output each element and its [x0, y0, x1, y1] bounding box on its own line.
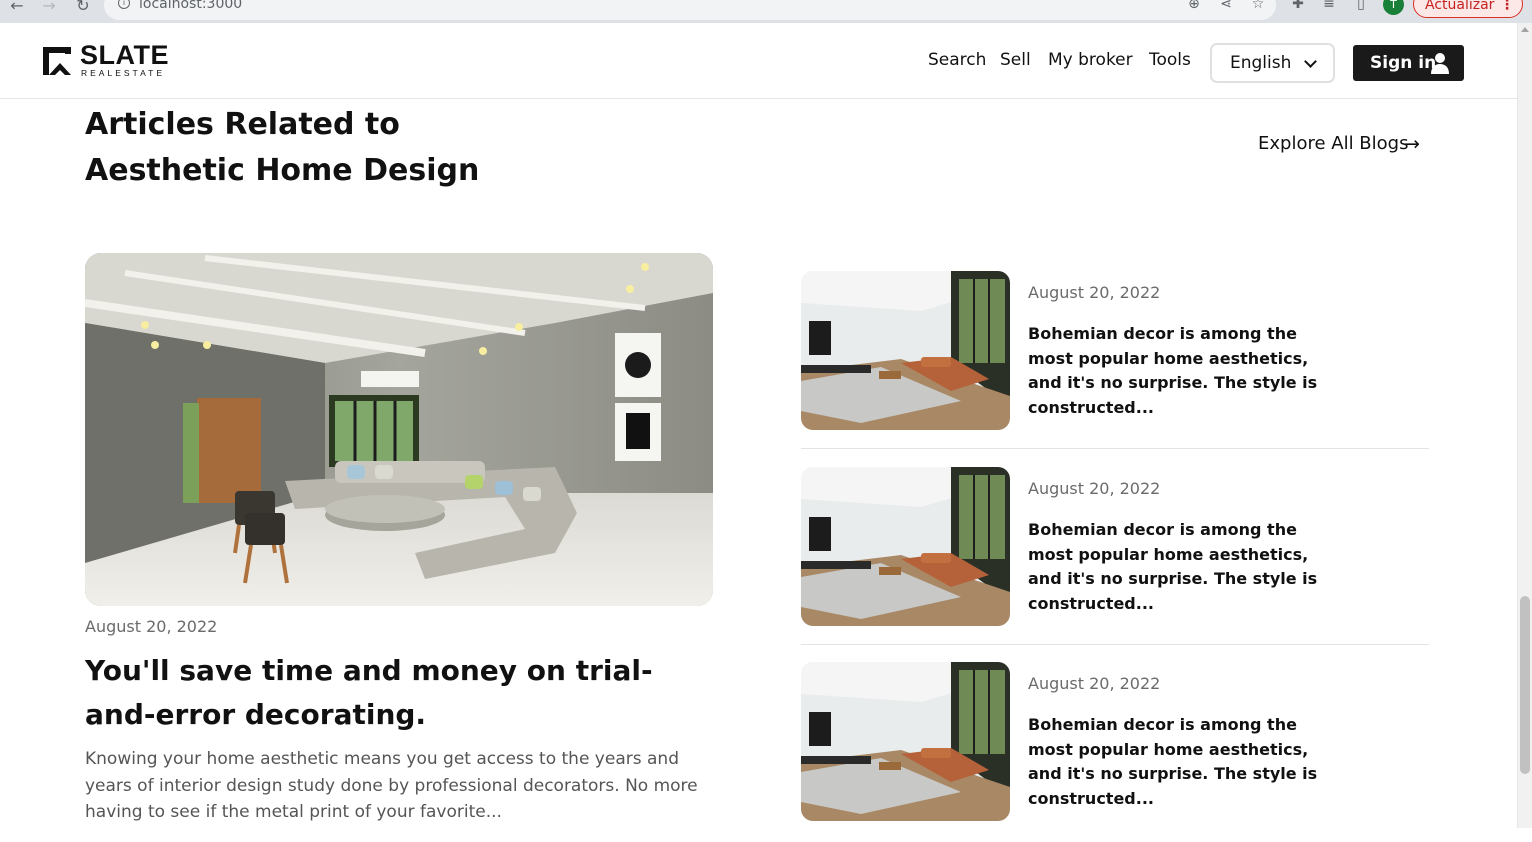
nav-my-broker-link[interactable]: My broker: [1048, 50, 1133, 70]
nav-search-link[interactable]: Search: [928, 50, 986, 70]
browser-toolbar: ← → ↻ i localhost:3000 ⊕ ⋖ ☆ ✚ ≡ ▯ T Act…: [0, 0, 1532, 23]
featured-article-excerpt: Knowing your home aesthetic means you ge…: [85, 749, 698, 822]
address-url[interactable]: localhost:3000: [139, 0, 242, 12]
side-article-image[interactable]: [801, 271, 1010, 430]
explore-all-blogs-link[interactable]: Explore All Blogs →: [1258, 133, 1420, 155]
divider: [801, 448, 1429, 449]
site-header: SLATE REALESTATE Search Sell My broker T…: [0, 23, 1517, 99]
side-article-excerpt[interactable]: Bohemian decor is among the most popular…: [1028, 518, 1328, 616]
side-article-card[interactable]: August 20, 2022 Bohemian decor is among …: [801, 467, 1429, 647]
share-icon[interactable]: ⋖: [1217, 0, 1235, 12]
slate-logo-icon: [43, 47, 71, 75]
living-room-thumbnail: [801, 271, 1010, 430]
side-article-card[interactable]: August 20, 2022 Bohemian decor is among …: [801, 662, 1429, 842]
address-bar[interactable]: [104, 0, 1276, 20]
bookmark-star-icon[interactable]: ☆: [1249, 0, 1267, 12]
living-room-thumbnail: [801, 662, 1010, 821]
divider: [801, 644, 1429, 645]
explore-all-blogs-label: Explore All Blogs: [1258, 133, 1409, 154]
language-select[interactable]: English: [1210, 43, 1335, 83]
extensions-puzzle-icon[interactable]: ✚: [1289, 0, 1307, 12]
side-panel-icon[interactable]: ▯: [1352, 0, 1370, 12]
zoom-icon[interactable]: ⊕: [1185, 0, 1203, 12]
logo-name: SLATE: [80, 40, 169, 70]
reload-icon[interactable]: ↻: [72, 0, 94, 16]
side-article-date: August 20, 2022: [1028, 479, 1161, 498]
reading-list-icon[interactable]: ≡: [1320, 0, 1338, 12]
side-article-card[interactable]: August 20, 2022 Bohemian decor is among …: [801, 271, 1429, 451]
user-icon: [1431, 53, 1449, 74]
side-article-excerpt[interactable]: Bohemian decor is among the most popular…: [1028, 713, 1328, 811]
featured-article-title[interactable]: You'll save time and money on trial-and-…: [85, 649, 705, 737]
update-button[interactable]: Actualizar ⋮: [1413, 0, 1523, 18]
slate-logo[interactable]: SLATE REALESTATE: [41, 40, 171, 79]
forward-arrow-icon[interactable]: →: [38, 0, 60, 16]
arrow-right-icon: →: [1404, 133, 1420, 155]
more-menu-icon: ⋮: [1500, 0, 1514, 13]
chevron-down-icon: [1304, 55, 1317, 68]
featured-article-date: August 20, 2022: [85, 617, 218, 636]
side-article-date: August 20, 2022: [1028, 674, 1161, 693]
sign-in-label: Sign in: [1370, 53, 1437, 73]
scroll-up-arrow-icon[interactable]: [1521, 27, 1529, 32]
nav-tools-link[interactable]: Tools: [1149, 50, 1191, 70]
side-article-excerpt[interactable]: Bohemian decor is among the most popular…: [1028, 322, 1328, 420]
scrollbar-thumb[interactable]: [1520, 596, 1530, 774]
update-button-label: Actualizar: [1425, 0, 1495, 13]
living-room-photo: [85, 253, 713, 606]
nav-sell-link[interactable]: Sell: [1000, 50, 1031, 70]
page-scrollbar[interactable]: [1517, 23, 1532, 828]
featured-article-image[interactable]: [85, 253, 713, 606]
sign-in-button[interactable]: Sign in: [1353, 45, 1464, 81]
profile-avatar[interactable]: T: [1383, 0, 1404, 15]
side-article-image[interactable]: [801, 662, 1010, 821]
side-article-date: August 20, 2022: [1028, 283, 1161, 302]
logo-tagline: REALESTATE: [81, 68, 166, 78]
section-title: Articles Related to Aesthetic Home Desig…: [85, 107, 480, 188]
back-arrow-icon[interactable]: ←: [6, 0, 28, 16]
living-room-thumbnail: [801, 467, 1010, 626]
side-article-image[interactable]: [801, 467, 1010, 626]
language-select-value: English: [1230, 53, 1292, 73]
